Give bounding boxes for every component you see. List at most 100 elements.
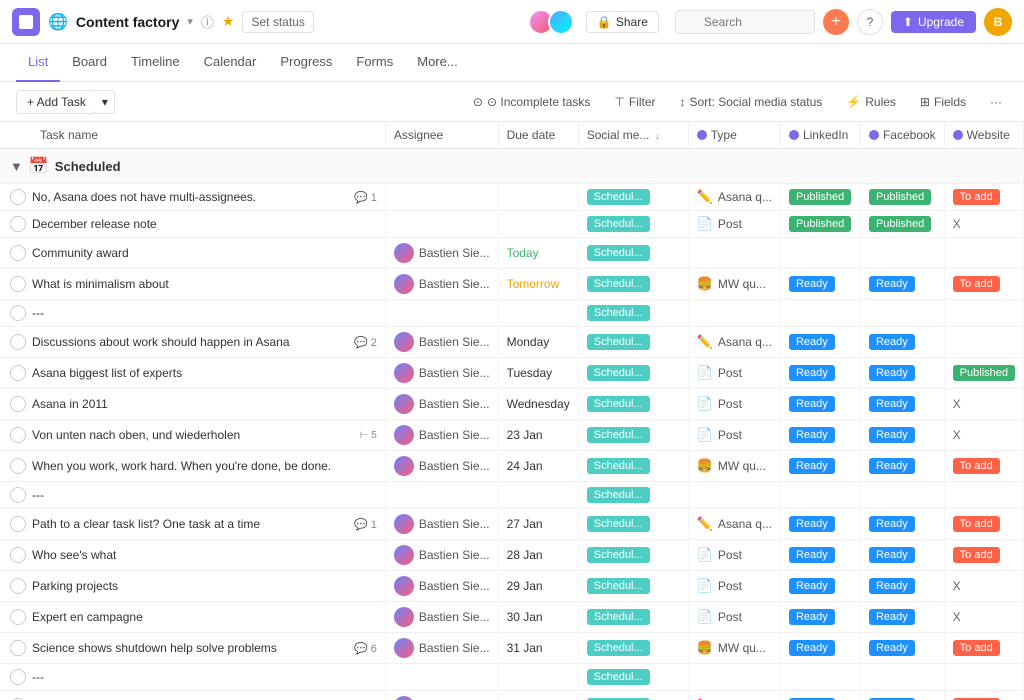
task-checkbox[interactable] [10,547,26,563]
task-checkbox[interactable] [10,609,26,625]
social-status-badge: Schedul... [587,516,650,532]
assignee-cell: Bastien Sie... [385,238,498,269]
search-input[interactable] [675,10,815,34]
incomplete-tasks-filter[interactable]: ⊙ ⊙ Incomplete tasks [467,92,597,112]
due-date-cell: 28 Jan [498,540,578,571]
task-name: --- [32,306,377,320]
website-cell: X [944,389,1023,420]
table-row: Path to a clear task list? One task at a… [0,509,1024,540]
section-title: Scheduled [55,159,121,174]
assignee: Bastien Sie... [394,332,490,352]
task-checkbox[interactable] [10,516,26,532]
task-checkbox[interactable] [10,487,26,503]
due-date: Tuesday [507,366,553,380]
assignee-cell: Bastien Sie... [385,509,498,540]
sort-button[interactable]: ↕ Sort: Social media status [674,92,829,112]
app-icon[interactable] [12,8,40,36]
task-checkbox[interactable] [10,458,26,474]
type-cell-col: 📄Post [688,571,780,602]
col-header-due-date: Due date [498,122,578,149]
section-header-row: ▼ 📅 Scheduled [0,149,1024,184]
help-button[interactable]: ? [857,9,883,35]
task-checkbox[interactable] [10,189,26,205]
assignee-cell: Bastien Sie... [385,571,498,602]
task-checkbox[interactable] [10,245,26,261]
assignee-cell: Bastien Sie... [385,691,498,700]
type-icon: 📄 [697,396,713,412]
type-cell-col: ✏️Asana q... [688,184,780,211]
social-status-cell: Schedul... [578,300,688,327]
social-status-cell: Schedul... [578,327,688,358]
facebook-cell: Ready [860,691,944,700]
task-table: Task name Assignee Due date Social me...… [0,122,1024,700]
tab-list[interactable]: List [16,44,60,82]
website-cell: X [944,602,1023,633]
tab-calendar[interactable]: Calendar [192,44,269,82]
comment-count: 💬 2 [354,336,377,349]
type-cell: 📄Post [697,547,772,563]
tab-timeline[interactable]: Timeline [119,44,192,82]
set-status-button[interactable]: Set status [242,11,313,33]
share-label: Share [616,15,648,29]
add-task-button[interactable]: + Add Task [16,90,97,114]
type-cell-col: 🍔MW qu... [688,633,780,664]
assignee-avatar [394,576,414,596]
task-name-cell: Von unten nach oben, und wiederholen ⊢ 5 [0,420,385,451]
page-title: Content factory [76,14,179,30]
star-icon[interactable]: ★ [222,13,235,30]
social-status-cell: Schedul... [578,509,688,540]
task-checkbox[interactable] [10,334,26,350]
task-name-cell: --- [0,664,385,691]
upgrade-button[interactable]: ⬆ Upgrade [891,11,976,33]
status-badge: X [953,397,961,411]
task-checkbox[interactable] [10,276,26,292]
social-status-badge: Schedul... [587,427,650,443]
tab-board[interactable]: Board [60,44,119,82]
due-date-cell [498,300,578,327]
task-checkbox[interactable] [10,396,26,412]
social-status-cell: Schedul... [578,633,688,664]
rules-button[interactable]: ⚡ Rules [840,92,902,112]
facebook-cell: Ready [860,602,944,633]
status-badge: Published [789,216,851,232]
title-dropdown-arrow[interactable]: ▾ [187,15,193,28]
section-collapse-icon[interactable]: ▼ [10,159,23,174]
assignee-cell: Bastien Sie... [385,358,498,389]
add-button[interactable]: + [823,9,849,35]
due-date-cell: Tuesday [498,358,578,389]
facebook-cell: Ready [860,633,944,664]
filter-button[interactable]: ⊤ Filter [608,92,661,112]
table-row: --- Schedul... [0,300,1024,327]
task-checkbox[interactable] [10,640,26,656]
tab-forms[interactable]: Forms [344,44,405,82]
assignee-avatar [394,332,414,352]
info-icon[interactable]: ⓘ [201,12,214,31]
tab-progress[interactable]: Progress [268,44,344,82]
lock-icon: 🔒 [597,15,612,29]
social-status-cell: Schedul... [578,664,688,691]
assignee-avatar [394,607,414,627]
task-name-cell: Science shows shutdown help solve proble… [0,633,385,664]
task-checkbox[interactable] [10,216,26,232]
col-header-social-media[interactable]: Social me... ↓ [578,122,688,149]
incomplete-icon: ⊙ [473,95,483,109]
task-checkbox[interactable] [10,305,26,321]
tab-more[interactable]: More... [405,44,469,82]
task-checkbox[interactable] [10,669,26,685]
task-checkbox[interactable] [10,427,26,443]
status-badge: X [953,217,961,231]
fields-button[interactable]: ⊞ Fields [914,92,972,112]
task-checkbox[interactable] [10,365,26,381]
task-name-cell: Multi-select tasks to get a custom field… [0,691,385,700]
more-options-button[interactable]: ··· [984,92,1008,112]
facebook-cell: Ready [860,540,944,571]
facebook-cell [860,664,944,691]
assignee-name: Bastien Sie... [419,277,490,291]
user-avatar[interactable]: B [984,8,1012,36]
type-cell-col: 📄Post [688,420,780,451]
share-button[interactable]: 🔒 Share [586,11,659,33]
status-badge: Ready [789,396,835,412]
task-checkbox[interactable] [10,578,26,594]
add-task-dropdown[interactable]: ▾ [96,90,115,114]
website-cell: To add [944,691,1023,700]
